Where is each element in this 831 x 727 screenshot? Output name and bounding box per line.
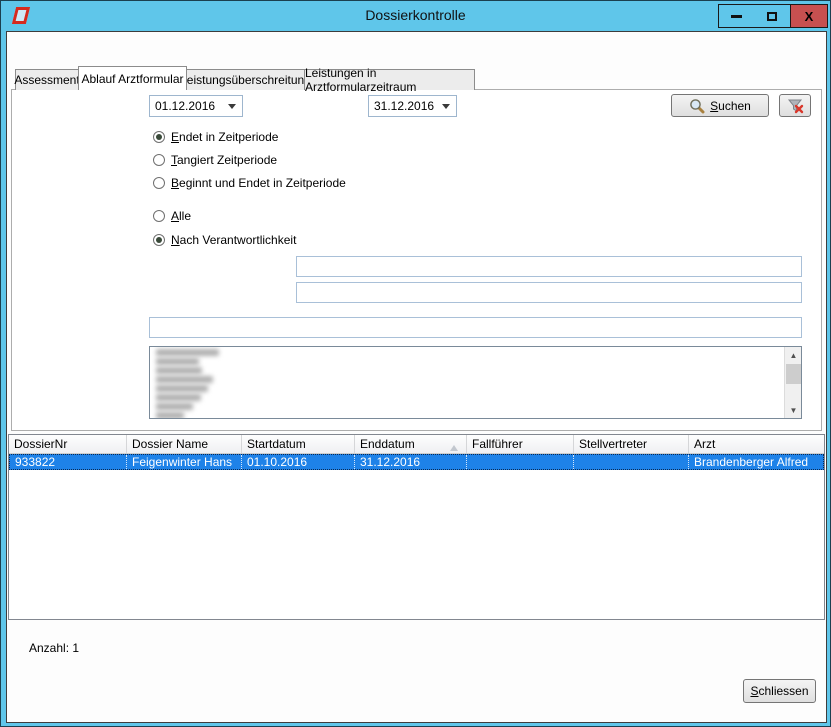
- tab-label: Leistungen in Arztformularzeitraum: [305, 66, 474, 94]
- cell-dossiernr: 933822: [10, 455, 127, 469]
- gruppen-redacted-item[interactable]: [156, 349, 219, 356]
- dossierkontrolle-window: Dossierkontrolle X Assessment Ablauf Arz…: [0, 0, 831, 727]
- radio-endet-in-zeitperiode[interactable]: Endet in Zeitperiode: [153, 130, 278, 144]
- gruppen-redacted-item[interactable]: [156, 358, 199, 365]
- tab-ablauf-arztformular[interactable]: Ablauf Arztformular: [78, 66, 187, 90]
- column-header-dossier-name[interactable]: Dossier Name: [127, 435, 242, 453]
- titlebar[interactable]: Dossierkontrolle X: [1, 1, 830, 31]
- tab-label: Assessment: [14, 73, 79, 87]
- radio-label: Beginnt und Endet in Zeitperiode: [171, 176, 346, 190]
- radio-label: Endet in Zeitperiode: [171, 130, 278, 144]
- gruppen-redacted-item[interactable]: [156, 367, 202, 374]
- scroll-down-icon[interactable]: ▼: [785, 402, 802, 418]
- radio-circle: [153, 177, 165, 189]
- zeitperiode-bis-value: 31.12.2016: [374, 99, 434, 113]
- maximize-button[interactable]: [754, 4, 791, 28]
- radio-label: Nach Verantwortlichkeit: [171, 233, 296, 247]
- column-header-enddatum[interactable]: Enddatum: [355, 435, 467, 453]
- zeitperiode-bis-dropdown[interactable]: 31.12.2016: [368, 95, 457, 117]
- anzahl-value: 1: [72, 641, 79, 655]
- tab-leistungen-in-arztformularzeitraum[interactable]: Leistungen in Arztformularzeitraum: [304, 69, 475, 90]
- close-icon: X: [805, 9, 814, 24]
- table-header-row: DossierNr Dossier Name Startdatum Enddat…: [9, 435, 824, 454]
- window-title: Dossierkontrolle: [1, 7, 830, 23]
- radio-alle[interactable]: Alle: [153, 209, 191, 223]
- results-table: DossierNr Dossier Name Startdatum Enddat…: [8, 434, 825, 620]
- arzt-input[interactable]: [149, 317, 802, 338]
- column-header-label: DossierNr: [14, 437, 67, 451]
- column-header-label: Fallführer: [472, 437, 523, 451]
- maximize-icon: [767, 12, 777, 21]
- fallfuehrung1-input[interactable]: [296, 256, 802, 277]
- schliessen-button[interactable]: Schliessen: [743, 679, 816, 703]
- gruppen-redacted-item[interactable]: [156, 385, 208, 392]
- schliessen-label: Schliessen: [750, 684, 808, 698]
- table-row-selected[interactable]: 933822 Feigenwinter Hans 01.10.2016 31.1…: [9, 454, 824, 470]
- radio-label: Alle: [171, 209, 191, 223]
- minimize-button[interactable]: [718, 4, 755, 28]
- radio-nach-verantwortlichkeit[interactable]: Nach Verantwortlichkeit: [153, 233, 296, 247]
- chevron-down-icon: [442, 104, 450, 113]
- tab-assessment[interactable]: Assessment: [15, 69, 79, 90]
- column-header-dossiernr[interactable]: DossierNr: [9, 435, 127, 453]
- close-button[interactable]: X: [791, 4, 828, 28]
- radio-circle: [153, 131, 165, 143]
- clear-search-button[interactable]: [779, 94, 811, 117]
- cell-arzt: Brandenberger Alfred: [689, 455, 823, 469]
- column-header-arzt[interactable]: Arzt: [689, 435, 824, 453]
- sort-ascending-icon: [450, 441, 458, 451]
- cell-stellvertreter: [574, 455, 689, 469]
- column-header-stellvertreter[interactable]: Stellvertreter: [574, 435, 689, 453]
- zeitperiode-von-dropdown[interactable]: 01.12.2016: [149, 95, 243, 117]
- cell-fallfuehrer: [467, 455, 574, 469]
- suchen-button[interactable]: Suchen: [671, 94, 769, 117]
- cell-startdatum: 01.10.2016: [242, 455, 355, 469]
- gruppen-redacted-item[interactable]: [156, 412, 184, 419]
- search-icon: [689, 98, 705, 114]
- chevron-down-icon: [228, 104, 236, 113]
- clear-filter-icon: [787, 98, 804, 114]
- column-header-label: Enddatum: [360, 437, 415, 451]
- gruppen-redacted-item[interactable]: [156, 394, 201, 401]
- radio-tangiert-zeitperiode[interactable]: Tangiert Zeitperiode: [153, 153, 277, 167]
- scrollbar-thumb[interactable]: [786, 364, 801, 384]
- radio-beginnt-und-endet[interactable]: Beginnt und Endet in Zeitperiode: [153, 176, 346, 190]
- column-header-fallfuehrer[interactable]: Fallführer: [467, 435, 574, 453]
- gruppen-redacted-item[interactable]: [156, 376, 213, 383]
- column-header-label: Stellvertreter: [579, 437, 647, 451]
- anzahl-label: Anzahl:: [29, 641, 69, 655]
- gruppen-redacted-item[interactable]: [156, 403, 193, 410]
- zeitperiode-von-value: 01.12.2016: [155, 99, 215, 113]
- fallfuehrung2-input[interactable]: [296, 282, 802, 303]
- radio-label: Tangiert Zeitperiode: [171, 153, 277, 167]
- cell-dossier-name: Feigenwinter Hans: [127, 455, 242, 469]
- scroll-up-icon[interactable]: ▲: [785, 347, 802, 363]
- anzahl-text: Anzahl: 1: [29, 641, 79, 655]
- column-header-startdatum[interactable]: Startdatum: [242, 435, 355, 453]
- gruppen-scrollbar[interactable]: ▲ ▼: [784, 347, 801, 418]
- minimize-icon: [731, 15, 742, 18]
- radio-circle: [153, 210, 165, 222]
- suchen-label: Suchen: [710, 99, 751, 113]
- cell-enddatum: 31.12.2016: [355, 455, 467, 469]
- tab-label: Leistungsüberschreitung: [180, 73, 311, 87]
- tab-leistungsueberschreitung[interactable]: Leistungsüberschreitung: [186, 69, 305, 90]
- column-header-label: Startdatum: [247, 437, 306, 451]
- radio-circle: [153, 154, 165, 166]
- column-header-label: Dossier Name: [132, 437, 208, 451]
- column-header-label: Arzt: [694, 437, 715, 451]
- gruppen-listbox[interactable]: ▲ ▼: [149, 346, 802, 419]
- radio-circle: [153, 234, 165, 246]
- tab-label: Ablauf Arztformular: [81, 72, 183, 86]
